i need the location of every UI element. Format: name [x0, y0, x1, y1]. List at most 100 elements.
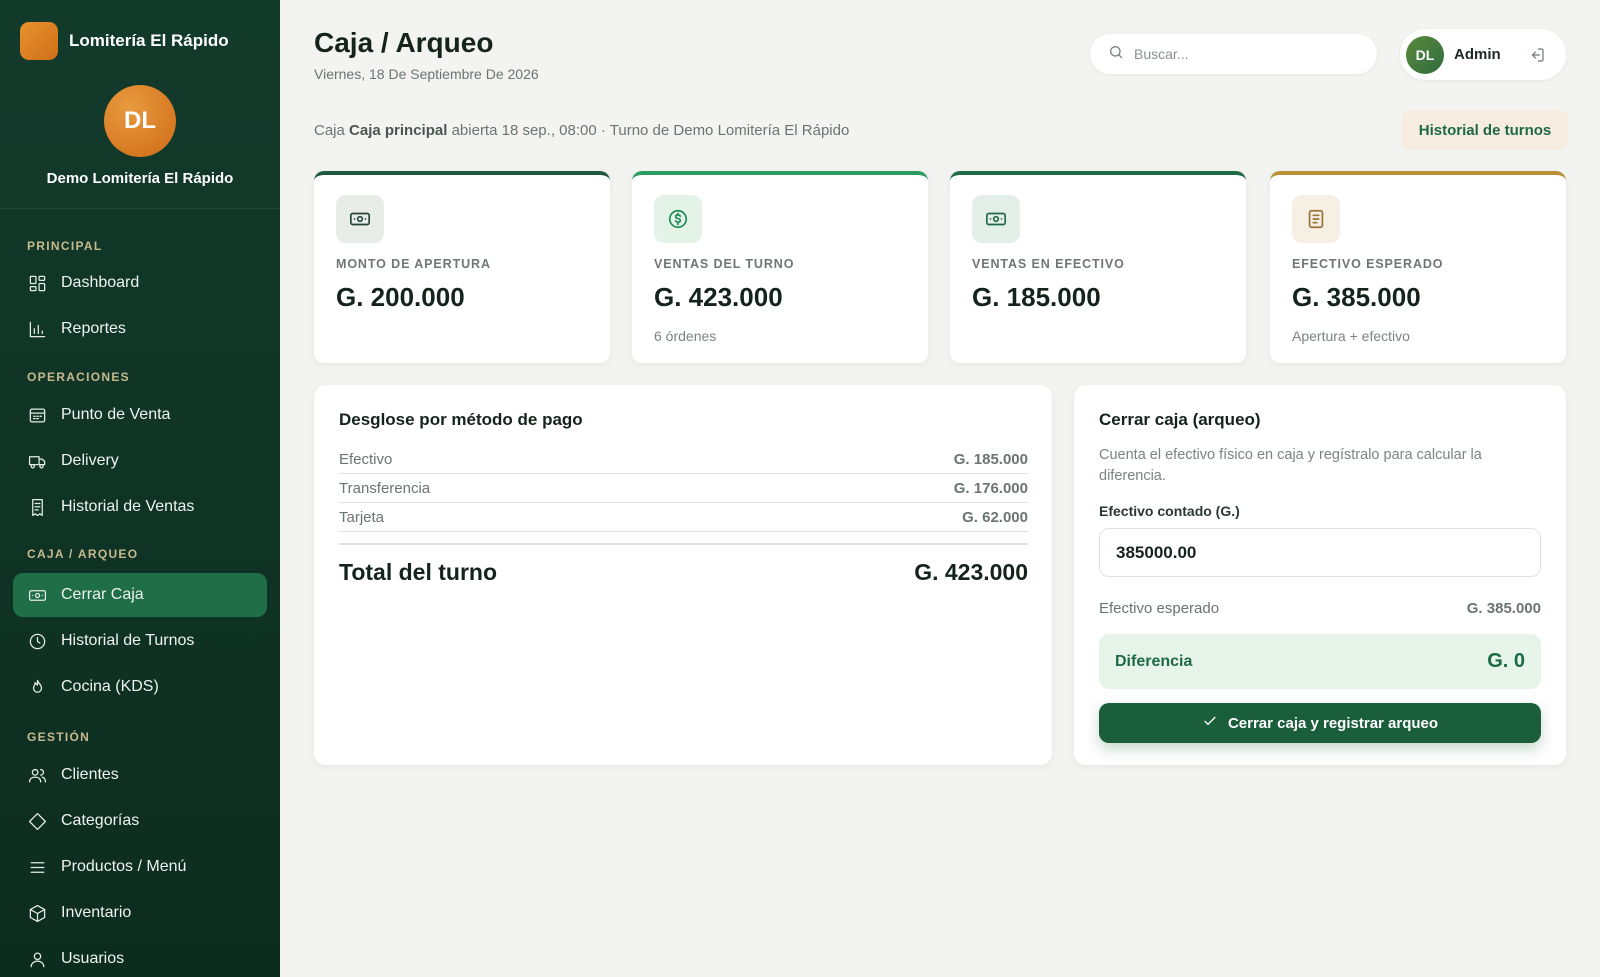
- expected-label: Efectivo esperado: [1099, 600, 1220, 617]
- stat-card-opening: MONTO DE APERTURA G. 200.000: [314, 171, 610, 363]
- stat-label: VENTAS DEL TURNO: [654, 257, 795, 271]
- sidebar-item-historial-ventas[interactable]: Historial de Ventas: [13, 485, 267, 529]
- shift-history-button[interactable]: Historial de turnos: [1402, 110, 1568, 150]
- sidebar-item-label: Categorías: [61, 812, 140, 829]
- expected-value: G. 385.000: [1466, 600, 1541, 617]
- sidebar-item-categorias[interactable]: Categorías: [13, 799, 267, 843]
- clock-icon: [27, 631, 47, 651]
- sidebar: Lomitería El Rápido DL Demo Lomitería El…: [0, 0, 280, 977]
- receipt-icon: [27, 497, 47, 517]
- menu-icon: [27, 857, 47, 877]
- sidebar-item-label: Dashboard: [61, 274, 140, 291]
- stat-value: G. 200.000: [336, 282, 465, 312]
- sidebar-item-usuarios[interactable]: Usuarios: [13, 937, 267, 977]
- sidebar-item-reportes[interactable]: Reportes: [13, 307, 267, 351]
- stat-value: G. 423.000: [654, 282, 783, 312]
- user-name: Admin: [1454, 46, 1501, 63]
- page-title: Caja / Arqueo: [314, 27, 494, 58]
- flame-icon: [27, 677, 47, 697]
- payment-breakdown-panel: Desglose por método de pago Efectivo G. …: [314, 385, 1052, 765]
- stat-value: G. 185.000: [972, 282, 1101, 312]
- bar-chart-icon: [27, 319, 47, 339]
- stat-card-cash-sales: VENTAS EN EFECTIVO G. 185.000: [950, 171, 1246, 363]
- sidebar-item-productos[interactable]: Productos / Menú: [13, 845, 267, 889]
- logout-icon[interactable]: [1528, 46, 1546, 64]
- shift-info: Caja Caja principal abierta 18 sep., 08:…: [314, 122, 849, 139]
- cash-counted-label: Efectivo contado (G.): [1099, 503, 1240, 519]
- sidebar-item-cocina[interactable]: Cocina (KDS): [13, 665, 267, 709]
- main-content: Caja / Arqueo Viernes, 18 De Septiembre …: [280, 0, 1600, 977]
- shift-register: Caja principal: [349, 122, 448, 139]
- close-register-label: Cerrar caja y registrar arqueo: [1227, 714, 1439, 732]
- payment-method: Tarjeta: [339, 508, 385, 526]
- sidebar-item-dashboard[interactable]: Dashboard: [13, 261, 267, 305]
- cash-icon: [336, 195, 384, 243]
- sidebar-item-label: Clientes: [61, 766, 119, 783]
- payment-amount: G. 185.000: [953, 450, 1028, 468]
- sidebar-item-inventario[interactable]: Inventario: [13, 891, 267, 935]
- brand: Lomitería El Rápido: [0, 0, 280, 82]
- avatar: DL: [104, 85, 176, 157]
- stat-sub: 6 órdenes: [654, 328, 717, 344]
- expected-row: Efectivo esperado G. 385.000: [1099, 600, 1541, 617]
- search-input[interactable]: [1134, 46, 1354, 62]
- cash-icon: [972, 195, 1020, 243]
- check-icon: [1202, 713, 1228, 733]
- user-menu[interactable]: DL Admin: [1400, 29, 1566, 80]
- sidebar-item-cerrar-caja[interactable]: Cerrar Caja: [13, 573, 267, 617]
- search-icon: [1108, 44, 1124, 65]
- stat-label: VENTAS EN EFECTIVO: [972, 257, 1125, 271]
- stat-label: EFECTIVO ESPERADO: [1292, 257, 1444, 271]
- sidebar-item-delivery[interactable]: Delivery: [13, 439, 267, 483]
- page-date: Viernes, 18 De Septiembre De 2026: [314, 66, 539, 82]
- list-item: Tarjeta G. 62.000: [339, 503, 1028, 532]
- sidebar-item-label: Punto de Venta: [61, 406, 171, 423]
- cash-counted-input[interactable]: [1099, 528, 1541, 577]
- sidebar-item-label: Delivery: [61, 452, 119, 469]
- payment-method: Efectivo: [339, 450, 393, 468]
- sidebar-item-punto-de-venta[interactable]: Punto de Venta: [13, 393, 267, 437]
- truck-icon: [27, 451, 47, 471]
- panel-title: Desglose por método de pago: [339, 410, 583, 429]
- sidebar-item-label: Productos / Menú: [61, 858, 187, 875]
- close-description: Cuenta el efectivo físico en caja y regí…: [1099, 447, 1482, 484]
- close-register-panel: Cerrar caja (arqueo) Cuenta el efectivo …: [1074, 385, 1566, 765]
- shift-details: abierta 18 sep., 08:00 · Turno de Demo L…: [451, 122, 850, 139]
- stat-sub: Apertura + efectivo: [1292, 328, 1410, 344]
- sidebar-item-label: Historial de Ventas: [61, 498, 195, 515]
- nav-section-caja: CAJA / ARQUEO: [27, 547, 139, 561]
- total-row: Total del turno G. 423.000: [339, 543, 1028, 586]
- sidebar-item-label: Cocina (KDS): [61, 678, 159, 695]
- nav-section-principal: PRINCIPAL: [27, 239, 103, 253]
- stat-label: MONTO DE APERTURA: [336, 257, 491, 271]
- search-box[interactable]: [1090, 34, 1377, 74]
- payment-amount: G. 176.000: [953, 479, 1028, 497]
- stat-value: G. 385.000: [1292, 282, 1421, 312]
- avatar: DL: [1406, 35, 1444, 74]
- difference-box: Diferencia G. 0: [1099, 634, 1541, 689]
- sidebar-item-label: Usuarios: [61, 950, 125, 967]
- stat-card-expected: EFECTIVO ESPERADO G. 385.000 Apertura + …: [1270, 171, 1566, 363]
- sidebar-item-label: Reportes: [61, 320, 126, 337]
- users-icon: [27, 765, 47, 785]
- total-label: Total del turno: [339, 559, 498, 585]
- document-icon: [1292, 195, 1340, 243]
- stat-card-sales: VENTAS DEL TURNO G. 423.000 6 órdenes: [632, 171, 928, 363]
- sidebar-item-clientes[interactable]: Clientes: [13, 753, 267, 797]
- register-icon: [27, 405, 47, 425]
- dollar-circle-icon: [654, 195, 702, 243]
- difference-value: G. 0: [1487, 650, 1525, 672]
- user-icon: [27, 949, 47, 969]
- sidebar-item-label: Historial de Turnos: [61, 632, 195, 649]
- sidebar-item-historial-turnos[interactable]: Historial de Turnos: [13, 619, 267, 663]
- brand-logo: [20, 22, 58, 60]
- difference-label: Diferencia: [1115, 652, 1193, 670]
- brand-name: Lomitería El Rápido: [69, 31, 229, 50]
- grid-icon: [27, 273, 47, 293]
- nav-section-gestion: GESTIÓN: [27, 730, 91, 744]
- payment-method: Transferencia: [339, 479, 431, 497]
- shift-prefix: Caja: [314, 122, 345, 139]
- list-item: Efectivo G. 185.000: [339, 445, 1028, 474]
- profile: DL Demo Lomitería El Rápido: [0, 85, 280, 209]
- close-register-button[interactable]: Cerrar caja y registrar arqueo: [1099, 703, 1541, 743]
